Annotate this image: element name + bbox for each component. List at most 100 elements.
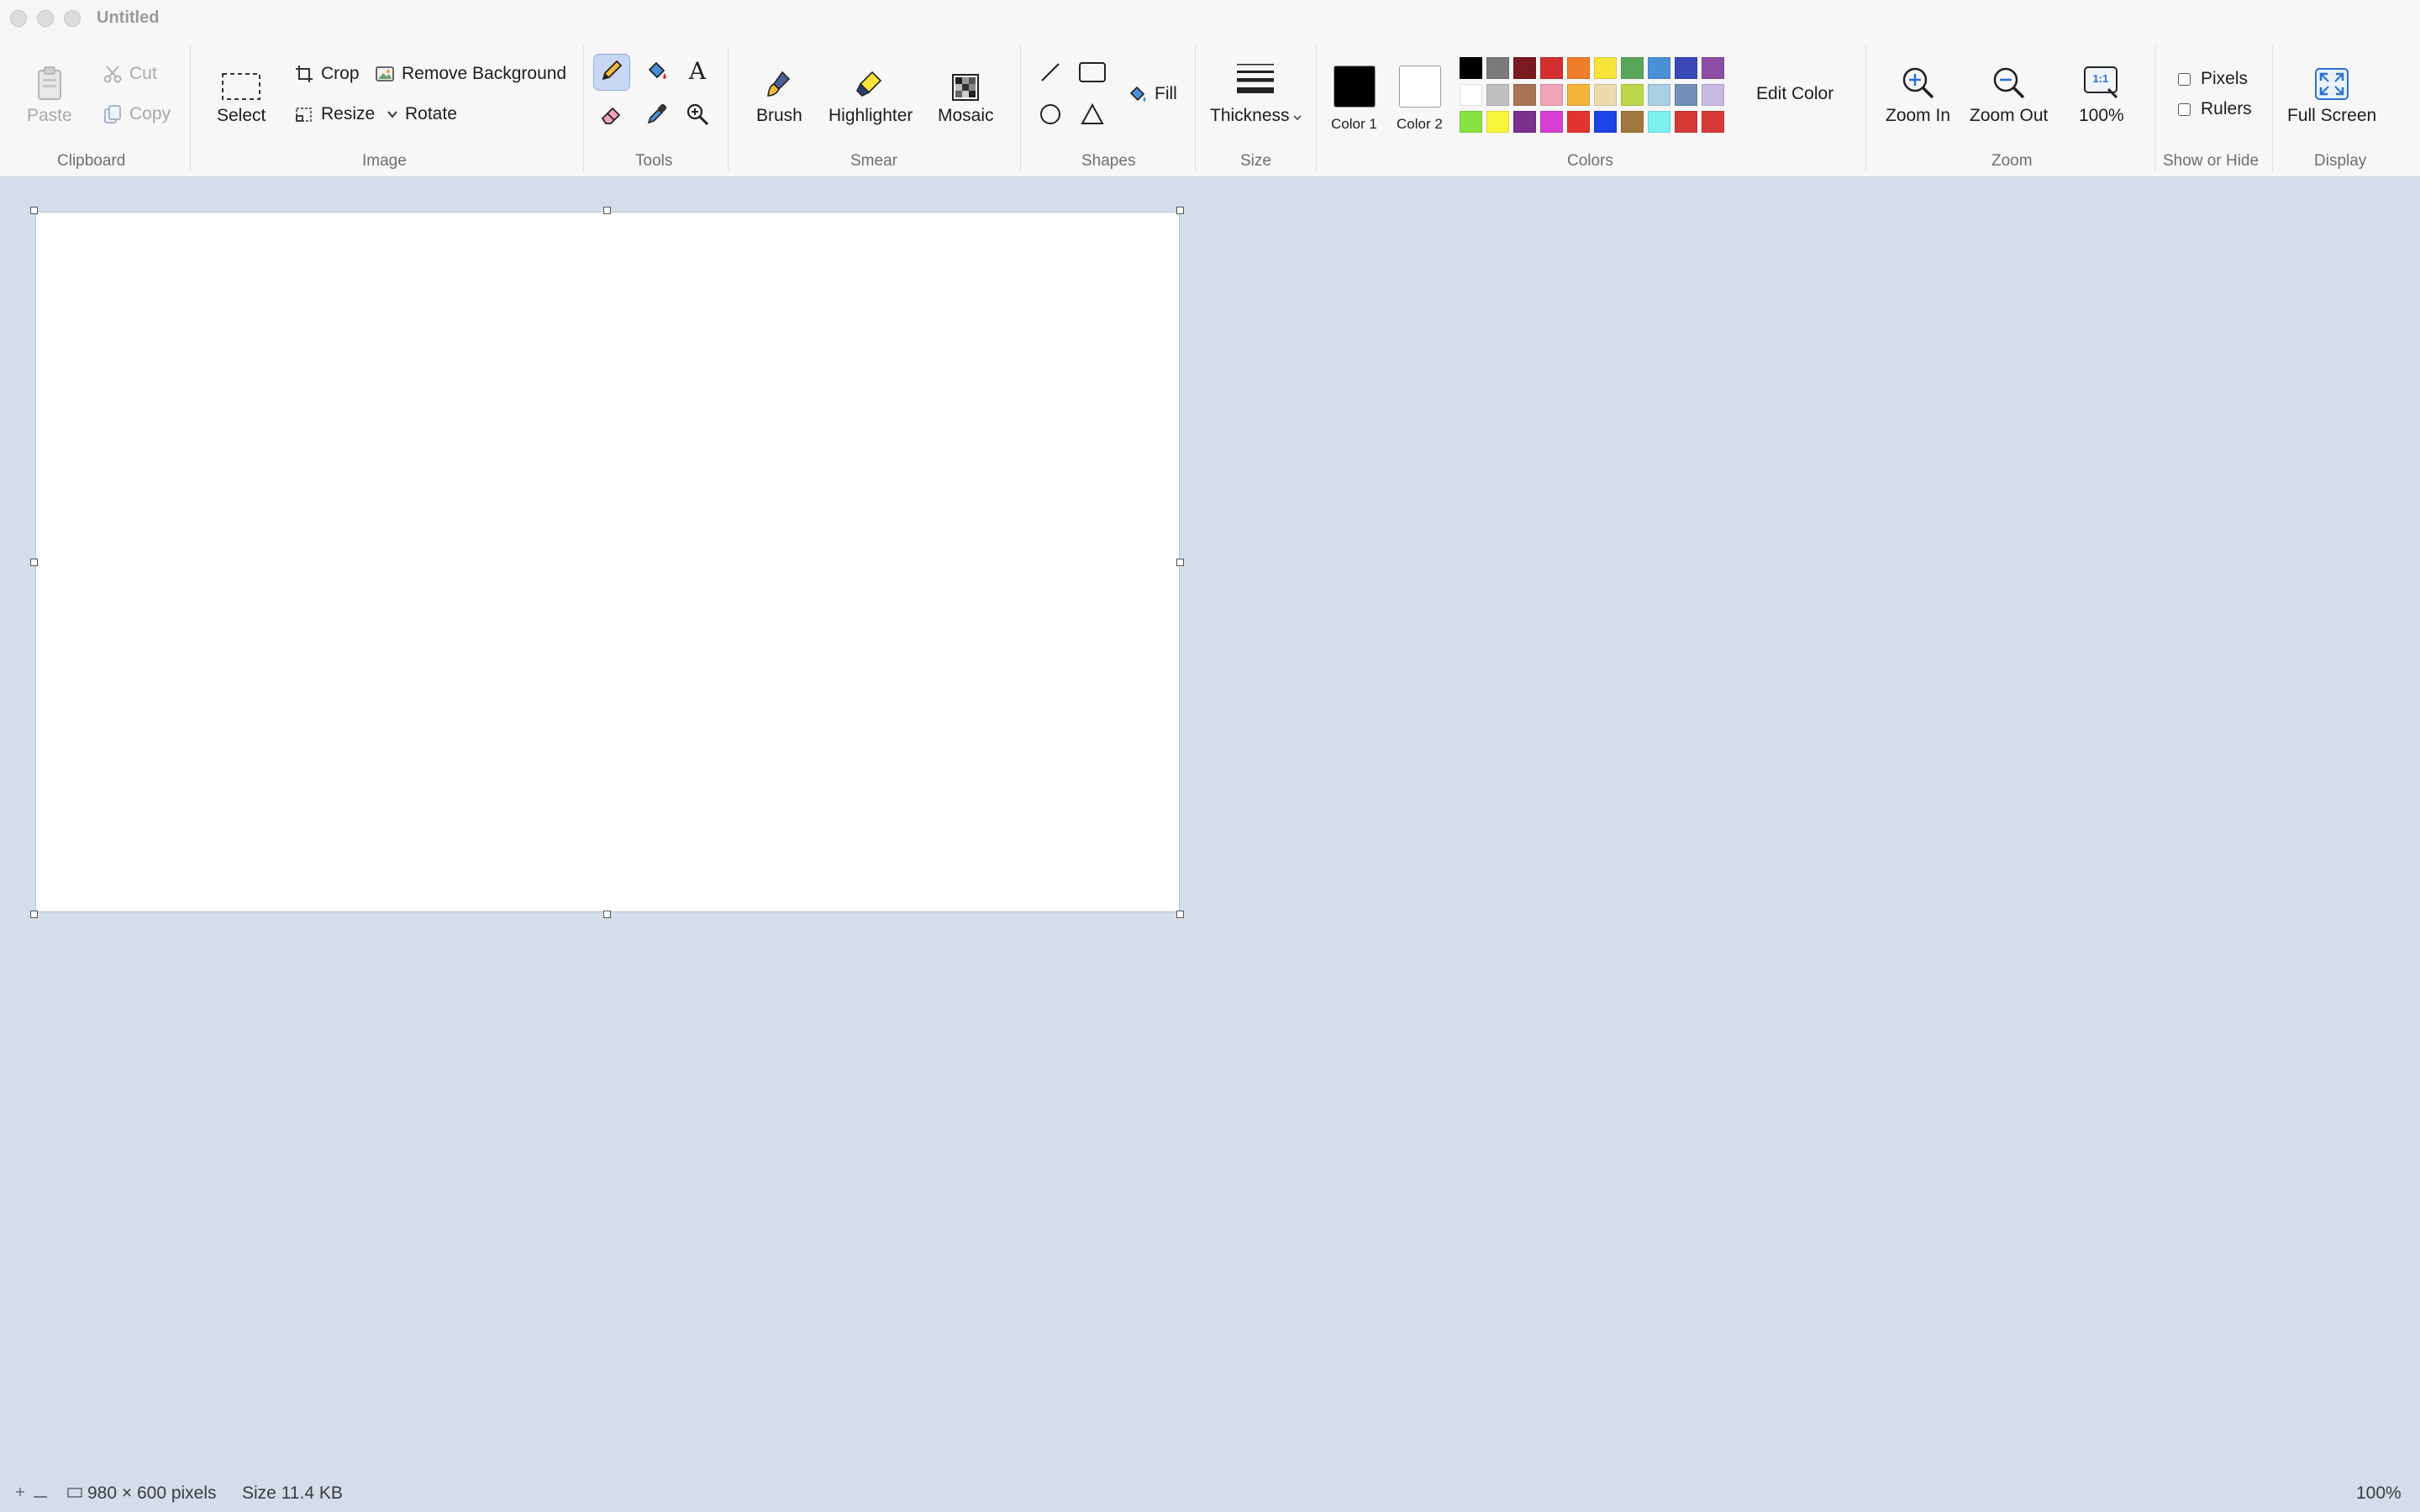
crop-label: Crop bbox=[321, 64, 360, 83]
resize-handle-top-left[interactable] bbox=[30, 207, 38, 214]
resize-handle-right[interactable] bbox=[1176, 559, 1184, 566]
pencil-tool[interactable] bbox=[593, 54, 630, 91]
palette-swatch[interactable] bbox=[1648, 111, 1670, 133]
checkbox-box bbox=[2178, 72, 2191, 86]
palette-swatch[interactable] bbox=[1702, 57, 1724, 79]
triangle-shape-tool[interactable] bbox=[1074, 97, 1111, 134]
mosaic-label: Mosaic bbox=[938, 106, 994, 125]
mosaic-icon bbox=[952, 60, 980, 101]
remove-background-button[interactable]: Remove Background bbox=[375, 64, 566, 84]
full-screen-button[interactable]: Full Screen bbox=[2287, 60, 2376, 126]
color1-label: Color 1 bbox=[1331, 116, 1377, 132]
dimensions-text: 980 × 600 pixels bbox=[87, 1483, 217, 1503]
zoom-out-label: Zoom Out bbox=[1970, 106, 2049, 125]
divider bbox=[2154, 45, 2155, 171]
palette-swatch[interactable] bbox=[1540, 57, 1563, 79]
divider bbox=[728, 45, 729, 171]
palette-swatch[interactable] bbox=[1540, 111, 1563, 133]
zoom-in-icon bbox=[1901, 60, 1936, 101]
crop-button[interactable]: Crop bbox=[294, 64, 360, 84]
thickness-dropdown[interactable]: Thickness bbox=[1210, 60, 1302, 126]
status-bar: 980 × 600 pixels Size 11.4 KB 100% bbox=[0, 1478, 2420, 1512]
selection-rectangle-icon bbox=[221, 60, 261, 101]
palette-swatch[interactable] bbox=[1460, 57, 1482, 79]
text-tool[interactable]: A bbox=[679, 54, 716, 91]
minimize-window-button[interactable] bbox=[37, 10, 54, 27]
resize-handle-top[interactable] bbox=[603, 207, 611, 214]
highlighter-button[interactable]: Highlighter bbox=[829, 60, 913, 126]
resize-handle-bottom-left[interactable] bbox=[30, 911, 38, 918]
zoom-window-button[interactable] bbox=[64, 10, 81, 27]
palette-swatch[interactable] bbox=[1648, 84, 1670, 106]
fill-bucket-tool[interactable] bbox=[639, 54, 676, 91]
eraser-tool[interactable] bbox=[593, 97, 630, 134]
pencil-icon bbox=[599, 58, 624, 87]
palette-swatch[interactable] bbox=[1460, 111, 1482, 133]
thickness-lines-icon bbox=[1235, 60, 1276, 101]
palette-swatch[interactable] bbox=[1621, 84, 1644, 106]
actual-size-button[interactable]: 1:1 100% bbox=[2079, 60, 2124, 126]
shapes-group-label: Shapes bbox=[1081, 152, 1136, 170]
close-window-button[interactable] bbox=[10, 10, 27, 27]
palette-swatch[interactable] bbox=[1702, 111, 1724, 133]
text-icon: A bbox=[685, 57, 710, 87]
color2-swatch[interactable] bbox=[1399, 66, 1441, 108]
resize-handle-bottom[interactable] bbox=[603, 911, 611, 918]
palette-swatch[interactable] bbox=[1460, 84, 1482, 106]
palette-swatch[interactable] bbox=[1567, 111, 1590, 133]
palette-swatch[interactable] bbox=[1513, 57, 1536, 79]
highlighter-label: Highlighter bbox=[829, 106, 913, 125]
palette-swatch[interactable] bbox=[1621, 57, 1644, 79]
resize-handle-left[interactable] bbox=[30, 559, 38, 566]
zoom-in-button[interactable]: Zoom In bbox=[1886, 60, 1950, 126]
magnifier-tool[interactable] bbox=[679, 97, 716, 134]
copy-icon bbox=[103, 104, 123, 124]
cut-button[interactable]: Cut bbox=[103, 64, 157, 84]
copy-button[interactable]: Copy bbox=[103, 104, 171, 124]
zoom-out-icon bbox=[1991, 60, 2027, 101]
ellipse-shape-tool[interactable] bbox=[1032, 97, 1069, 134]
palette-swatch[interactable] bbox=[1594, 84, 1617, 106]
palette-swatch[interactable] bbox=[1675, 57, 1697, 79]
palette-swatch[interactable] bbox=[1648, 57, 1670, 79]
resize-handle-top-right[interactable] bbox=[1176, 207, 1184, 214]
palette-swatch[interactable] bbox=[1594, 111, 1617, 133]
zoom-level: 100% bbox=[2356, 1483, 2402, 1504]
palette-swatch[interactable] bbox=[1486, 84, 1509, 106]
palette-swatch[interactable] bbox=[1567, 57, 1590, 79]
resize-handle-bottom-right[interactable] bbox=[1176, 911, 1184, 918]
palette-swatch[interactable] bbox=[1621, 111, 1644, 133]
divider bbox=[1316, 45, 1317, 171]
palette-swatch[interactable] bbox=[1513, 111, 1536, 133]
palette-swatch[interactable] bbox=[1567, 84, 1590, 106]
line-shape-tool[interactable] bbox=[1032, 55, 1069, 92]
rectangle-shape-tool[interactable] bbox=[1074, 55, 1111, 92]
pixels-checkbox[interactable]: Pixels bbox=[2178, 69, 2248, 89]
resize-button[interactable]: Resize bbox=[294, 104, 375, 124]
palette-swatch[interactable] bbox=[1540, 84, 1563, 106]
paste-button[interactable]: Paste bbox=[27, 60, 72, 126]
window-title: Untitled bbox=[97, 8, 160, 27]
divider bbox=[2272, 45, 2273, 171]
brush-button[interactable]: Brush bbox=[756, 60, 802, 126]
paste-label: Paste bbox=[27, 106, 72, 125]
mosaic-button[interactable]: Mosaic bbox=[938, 60, 994, 126]
rulers-checkbox[interactable]: Rulers bbox=[2178, 99, 2252, 119]
palette-swatch[interactable] bbox=[1486, 111, 1509, 133]
palette-swatch[interactable] bbox=[1675, 84, 1697, 106]
rotate-button[interactable]: Rotate bbox=[385, 104, 457, 124]
edit-color-button[interactable]: Edit Color bbox=[1756, 84, 1833, 104]
select-button[interactable]: Select bbox=[217, 60, 266, 126]
palette-swatch[interactable] bbox=[1702, 84, 1724, 106]
actual-size-icon-text: 1:1 bbox=[2092, 72, 2109, 85]
palette-swatch[interactable] bbox=[1675, 111, 1697, 133]
drawing-canvas[interactable] bbox=[35, 212, 1180, 912]
crosshair-icon bbox=[13, 1483, 27, 1504]
fill-button[interactable]: Fill bbox=[1128, 84, 1177, 104]
zoom-out-button[interactable]: Zoom Out bbox=[1970, 60, 2048, 126]
color-picker-tool[interactable] bbox=[639, 97, 676, 134]
color1-swatch[interactable] bbox=[1334, 66, 1376, 108]
palette-swatch[interactable] bbox=[1486, 57, 1509, 79]
palette-swatch[interactable] bbox=[1513, 84, 1536, 106]
palette-swatch[interactable] bbox=[1594, 57, 1617, 79]
